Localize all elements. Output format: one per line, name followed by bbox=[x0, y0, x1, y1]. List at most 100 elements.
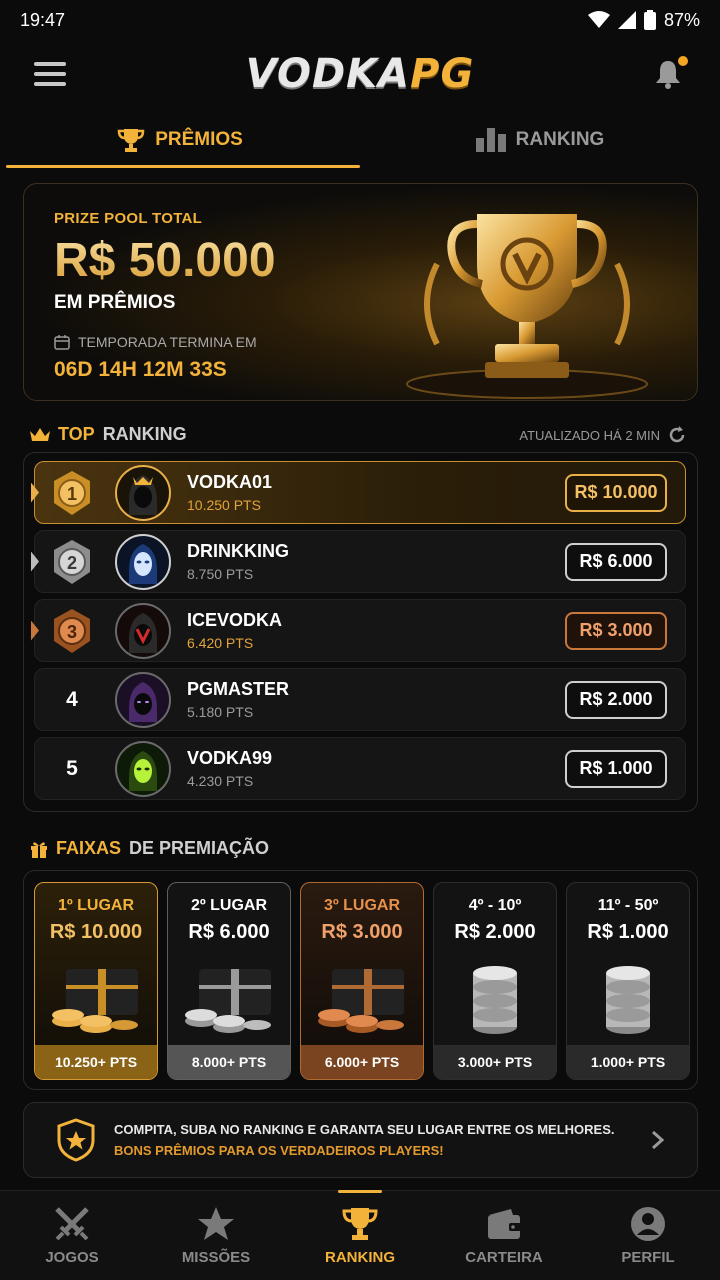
player-info: VODKA01 10.250 PTS bbox=[187, 472, 565, 513]
tier-value: R$ 1.000 bbox=[587, 921, 669, 943]
battery-icon bbox=[643, 10, 656, 30]
prize-tiers: 1º LUGAR R$ 10.000 10.250+ PTS 2º LUGAR … bbox=[23, 870, 698, 1090]
player-name: PGMASTER bbox=[187, 679, 290, 699]
bar-chart-icon bbox=[475, 128, 506, 152]
prize-tiers-header: FAIXAS DE PREMIAÇÃO bbox=[30, 838, 269, 859]
ranking-row[interactable]: 2 DRINKKING 8.750 PTS R$ 6.000 bbox=[31, 530, 686, 593]
trophy-icon bbox=[342, 1208, 378, 1240]
prize-pool-subtitle: EM PRÊMIOS bbox=[54, 292, 176, 313]
top-ranking-title-accent: TOP bbox=[58, 424, 95, 444]
bottom-navigation: JOGOS MISSÕES RANKING CARTEIRA PERFIL bbox=[0, 1190, 720, 1280]
treasure-chest-image bbox=[168, 952, 290, 1042]
tier-label: 2º LUGAR bbox=[190, 897, 268, 914]
ranking-updated[interactable]: ATUALIZADO HÁ 2 MIN bbox=[519, 426, 686, 444]
tab-ranking[interactable]: RANKING bbox=[360, 112, 720, 168]
ranking-row[interactable]: 1 VODKA01 10.250 PTS R$ 10.000 bbox=[31, 461, 686, 524]
tier-value: R$ 10.000 bbox=[49, 921, 143, 943]
notification-badge bbox=[678, 56, 688, 66]
promo-line-2: BONS PRÊMIOS PARA OS VERDADEIROS PLAYERS… bbox=[114, 1143, 444, 1158]
chevron-right-icon bbox=[652, 1130, 665, 1150]
user-icon bbox=[631, 1207, 665, 1241]
notifications-button[interactable] bbox=[652, 56, 688, 90]
treasure-chest-image bbox=[301, 952, 423, 1042]
nav-missoes[interactable]: MISSÕES bbox=[144, 1191, 288, 1280]
prize-tier-card[interactable]: 11º - 50º R$ 1.000 1.000+ PTS bbox=[566, 882, 690, 1080]
avatar bbox=[115, 602, 171, 659]
app-header: VODKAPG bbox=[0, 44, 720, 104]
player-name: VODKA01 bbox=[187, 472, 273, 492]
nav-ranking-label: RANKING bbox=[325, 1249, 395, 1266]
hooded-avatar-icon bbox=[129, 612, 157, 653]
season-end-label: TEMPORADA TERMINA EM bbox=[54, 334, 276, 350]
refresh-icon bbox=[669, 426, 685, 443]
gold-chest-icon bbox=[52, 969, 138, 1033]
tab-premios-label: PRÊMIOS bbox=[155, 129, 243, 150]
promo-banner[interactable]: COMPITA, SUBA NO RANKING E GARANTA SEU L… bbox=[23, 1102, 698, 1178]
tier-points: 8.000+ PTS bbox=[168, 1045, 290, 1079]
player-name: VODKA99 bbox=[187, 748, 273, 768]
shield-star-icon bbox=[57, 1118, 95, 1162]
tier-points: 3.000+ PTS bbox=[434, 1045, 556, 1079]
player-prize: R$ 3.000 bbox=[565, 611, 667, 650]
status-time: 19:47 bbox=[20, 9, 66, 30]
tier-value: R$ 3.000 bbox=[321, 921, 403, 943]
nav-ranking[interactable]: RANKING bbox=[288, 1191, 432, 1280]
avatar bbox=[115, 740, 171, 797]
ranking-row[interactable]: 5 VODKA99 4.230 PTS R$ 1.000 bbox=[34, 737, 686, 800]
prize-tier-card[interactable]: 4º - 10º R$ 2.000 3.000+ PTS bbox=[433, 882, 557, 1080]
crossed-swords-icon bbox=[55, 1207, 89, 1241]
nav-perfil[interactable]: PERFIL bbox=[576, 1191, 720, 1280]
rank-number: 2 bbox=[67, 553, 77, 573]
prize-tier-card[interactable]: 1º LUGAR R$ 10.000 10.250+ PTS bbox=[34, 882, 158, 1080]
rank-medal-bronze: 3 bbox=[35, 608, 109, 653]
bronze-chest-icon bbox=[318, 969, 404, 1033]
nav-missoes-label: MISSÕES bbox=[181, 1249, 251, 1266]
nav-jogos[interactable]: JOGOS bbox=[0, 1191, 144, 1280]
tab-bar: PRÊMIOS RANKING bbox=[0, 112, 720, 168]
player-prize: R$ 1.000 bbox=[565, 749, 667, 788]
avatar bbox=[115, 671, 171, 728]
promo-line-1: COMPITA, SUBA NO RANKING E GARANTA SEU L… bbox=[114, 1122, 615, 1137]
season-end-text: TEMPORADA TERMINA EM bbox=[78, 334, 257, 350]
player-points: 8.750 PTS bbox=[187, 566, 254, 582]
gold-medal-icon: 1 bbox=[54, 470, 90, 515]
season-countdown: 06D 14H 12M 33S bbox=[54, 358, 227, 381]
rank-number: 3 bbox=[67, 622, 77, 642]
player-info: PGMASTER 5.180 PTS bbox=[187, 679, 565, 720]
prize-pool-label: PRIZE POOL TOTAL bbox=[54, 210, 203, 227]
tier-label: 3º LUGAR bbox=[323, 897, 401, 914]
tier-points: 10.250+ PTS bbox=[35, 1045, 157, 1079]
ranking-row[interactable]: 4 PGMASTER 5.180 PTS R$ 2.000 bbox=[34, 668, 686, 731]
player-prize: R$ 10.000 bbox=[565, 473, 667, 512]
prize-tier-card[interactable]: 3º LUGAR R$ 3.000 6.000+ PTS bbox=[300, 882, 424, 1080]
ranking-row[interactable]: 3 ICEVODKA 6.420 PTS R$ 3.000 bbox=[31, 599, 686, 662]
tier-points: 6.000+ PTS bbox=[301, 1045, 423, 1079]
crown-icon bbox=[30, 427, 50, 441]
rank-number: 1 bbox=[67, 484, 77, 504]
avatar bbox=[115, 533, 171, 590]
player-points: 6.420 PTS bbox=[187, 635, 254, 651]
nav-carteira[interactable]: CARTEIRA bbox=[432, 1191, 576, 1280]
status-bar: 19:47 87% bbox=[0, 0, 720, 40]
treasure-chest-image bbox=[35, 952, 157, 1042]
trophy-icon bbox=[117, 129, 145, 152]
player-info: DRINKKING 8.750 PTS bbox=[187, 541, 565, 582]
calendar-icon bbox=[54, 335, 70, 350]
nav-carteira-label: CARTEIRA bbox=[465, 1249, 543, 1266]
wallet-icon bbox=[488, 1209, 521, 1239]
avatar bbox=[115, 464, 171, 521]
player-name: ICEVODKA bbox=[187, 610, 283, 630]
tier-label: 11º - 50º bbox=[597, 897, 659, 914]
gift-icon bbox=[31, 841, 47, 858]
tab-premios[interactable]: PRÊMIOS bbox=[0, 112, 360, 168]
tier-value: R$ 2.000 bbox=[454, 921, 536, 943]
battery-level: 87% bbox=[663, 9, 700, 30]
hooded-avatar-icon bbox=[129, 474, 157, 515]
prize-tier-card[interactable]: 2º LUGAR R$ 6.000 8.000+ PTS bbox=[167, 882, 291, 1080]
menu-button[interactable] bbox=[34, 62, 66, 86]
prize-pool-text: PRIZE POOL TOTAL R$ 50.000 EM PRÊMIOS TE… bbox=[54, 210, 276, 382]
logo-part-1: VODKA bbox=[245, 51, 411, 97]
promo-text: COMPITA, SUBA NO RANKING E GARANTA SEU L… bbox=[114, 1122, 651, 1158]
masked-avatar-icon bbox=[129, 750, 157, 791]
rank-number: 4 bbox=[66, 687, 78, 711]
